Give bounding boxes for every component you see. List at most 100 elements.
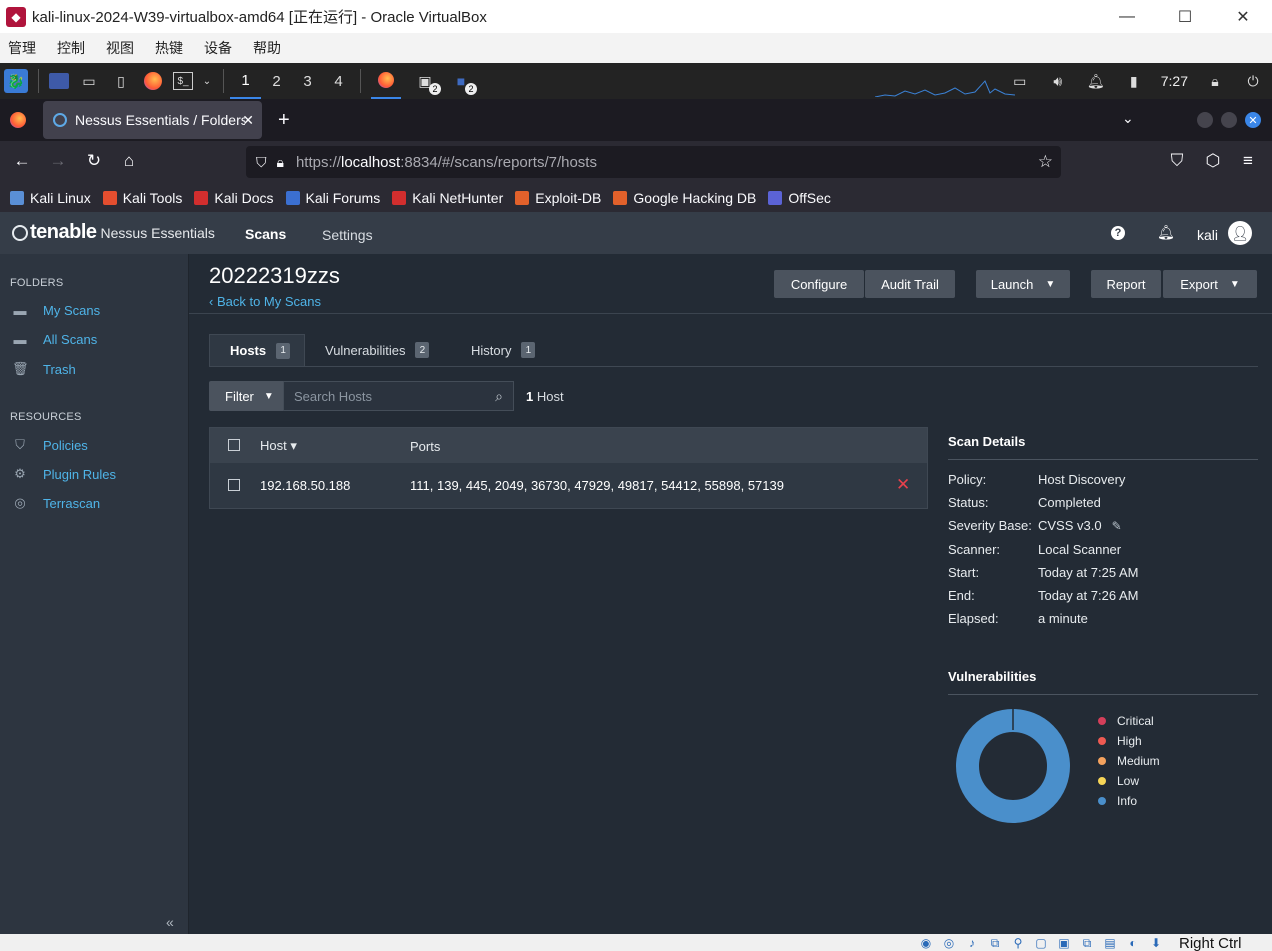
list-all-tabs-icon[interactable]: ⌄ <box>1122 110 1134 127</box>
back-to-my-scans-link[interactable]: ‹ Back to My Scans <box>209 294 321 309</box>
bookmark-item[interactable]: Kali Tools <box>102 190 182 206</box>
workspace-4[interactable]: 4 <box>323 63 354 99</box>
chevron-down-icon[interactable]: ⌄ <box>201 69 213 93</box>
firefox-launcher-icon[interactable] <box>141 69 165 93</box>
notifications-icon[interactable]: 🔔︎ <box>1084 69 1108 93</box>
terminal-task-icon[interactable]: ▣ 2 <box>413 69 441 95</box>
avatar-icon[interactable]: 👤︎ <box>1228 221 1252 245</box>
vbox-task-icon[interactable]: ■ 2 <box>449 69 477 95</box>
audio-icon[interactable]: ♪ <box>963 935 981 951</box>
show-desktop-icon[interactable] <box>49 73 69 89</box>
firefox-view-icon[interactable] <box>10 112 26 128</box>
menu-control[interactable]: 控制 <box>57 38 85 58</box>
close-icon[interactable]: ✕ <box>1245 112 1261 128</box>
search-input[interactable] <box>284 388 484 404</box>
url-text[interactable]: https://localhost:8834/#/scans/reports/7… <box>296 154 597 171</box>
firefox-task-icon[interactable] <box>371 63 401 99</box>
reload-icon[interactable]: ↻ <box>82 151 106 171</box>
bookmark-item[interactable]: OffSec <box>768 190 831 206</box>
row-checkbox[interactable] <box>228 479 240 491</box>
close-icon[interactable]: ✕ <box>1214 0 1272 33</box>
delete-icon[interactable]: ✕ <box>896 475 910 495</box>
tab-vulnerabilities[interactable]: Vulnerabilities 2 <box>305 334 443 366</box>
sidebar-item-terrascan[interactable]: ◎ Terrascan <box>12 495 100 511</box>
pocket-icon[interactable]: ⛉ <box>1165 151 1189 171</box>
bookmark-item[interactable]: Kali NetHunter <box>392 190 503 206</box>
sidebar-item-all-scans[interactable]: ▬ All Scans <box>12 332 98 347</box>
user-name[interactable]: kali <box>1197 227 1218 243</box>
app-menu-icon[interactable]: ≡ <box>1236 151 1260 171</box>
edit-pencil-icon[interactable]: ✎ <box>1112 519 1122 533</box>
lock-icon[interactable]: 🔒︎ <box>277 154 284 171</box>
vrde-icon[interactable]: ▤ <box>1101 935 1119 951</box>
launch-button[interactable]: Launch ▼ <box>976 270 1070 298</box>
optical-drive-icon[interactable]: ◎ <box>940 935 958 951</box>
tenable-logo[interactable]: tenable Nessus Essentials <box>12 221 215 244</box>
usb-icon[interactable]: ⚲ <box>1009 935 1027 951</box>
collapse-sidebar-icon[interactable]: « <box>166 914 174 930</box>
bookmark-item[interactable]: Google Hacking DB <box>613 190 756 206</box>
sidebar-item-policies[interactable]: ⛉ Policies <box>12 437 88 453</box>
display-icon[interactable]: ▣ <box>1055 935 1073 951</box>
export-button[interactable]: Export ▼ <box>1163 270 1257 298</box>
workspace-2[interactable]: 2 <box>261 63 292 99</box>
battery-icon[interactable]: ▮ <box>1122 69 1146 93</box>
sidebar-item-my-scans[interactable]: ▬ My Scans <box>12 303 101 318</box>
guest-additions-icon[interactable]: ◐ <box>1124 935 1142 951</box>
power-icon[interactable]: ⏻ <box>1241 69 1265 93</box>
filter-button[interactable]: Filter ▼ <box>209 381 283 411</box>
minimize-icon[interactable] <box>1197 112 1213 128</box>
bookmark-item[interactable]: Kali Linux <box>10 190 91 206</box>
new-tab-icon[interactable]: + <box>278 109 290 132</box>
hard-disk-icon[interactable]: ◉ <box>917 935 935 951</box>
shield-icon[interactable]: ⛉ <box>256 154 267 171</box>
host-column-header[interactable]: Host ▾ <box>260 438 297 454</box>
bookmark-item[interactable]: Kali Forums <box>285 190 380 206</box>
workspace-1[interactable]: 1 <box>230 63 261 99</box>
bookmark-star-icon[interactable]: ☆ <box>1038 152 1053 172</box>
help-icon[interactable]: ? <box>1111 226 1125 240</box>
menu-help[interactable]: 帮助 <box>253 38 281 58</box>
workspace-3[interactable]: 3 <box>292 63 323 99</box>
host-cell[interactable]: 192.168.50.188 <box>260 478 350 493</box>
maximize-icon[interactable] <box>1221 112 1237 128</box>
home-icon[interactable]: ⌂ <box>117 151 141 171</box>
select-all-checkbox[interactable] <box>228 439 240 451</box>
nav-settings[interactable]: Settings <box>322 227 373 243</box>
bell-icon[interactable]: 🔔︎ <box>1157 224 1175 241</box>
browser-tab[interactable]: Nessus Essentials / Folders / View Scan … <box>43 101 262 139</box>
clock[interactable]: 7:27 <box>1161 73 1188 89</box>
report-button[interactable]: Report <box>1091 270 1161 298</box>
minimize-icon[interactable]: — <box>1098 0 1156 33</box>
maximize-icon[interactable]: ☐ <box>1156 0 1214 33</box>
url-bar[interactable]: ⛉ 🔒︎ https://localhost:8834/#/scans/repo… <box>246 146 1061 178</box>
vulnerabilities-donut-chart[interactable] <box>954 707 1072 825</box>
back-arrow-icon[interactable]: ← <box>10 151 34 171</box>
menu-hotkey[interactable]: 热键 <box>155 38 183 58</box>
search-icon[interactable]: ⌕ <box>495 388 503 405</box>
tab-history[interactable]: History 1 <box>451 334 549 366</box>
nav-scans[interactable]: Scans <box>245 226 286 242</box>
volume-icon[interactable]: 🔊︎ <box>1046 69 1070 93</box>
audit-trail-button[interactable]: Audit Trail <box>865 270 955 298</box>
shared-folder-icon[interactable]: ▢ <box>1032 935 1050 951</box>
text-editor-icon[interactable]: ▯ <box>109 69 133 93</box>
network-icon[interactable]: ⧉ <box>986 935 1004 951</box>
tab-hosts[interactable]: Hosts 1 <box>209 334 306 366</box>
table-row[interactable]: 192.168.50.188 111, 139, 445, 2049, 3673… <box>210 463 927 508</box>
bookmark-item[interactable]: Exploit-DB <box>515 190 601 206</box>
terminal-launcher-icon[interactable]: $_ <box>173 72 193 90</box>
tab-close-icon[interactable]: ✕ <box>242 112 254 129</box>
extensions-icon[interactable]: ⬡ <box>1201 151 1225 171</box>
forward-arrow-icon[interactable]: → <box>46 151 70 171</box>
menu-manage[interactable]: 管理 <box>8 38 36 58</box>
lock-icon[interactable]: 🔒︎ <box>1203 69 1227 93</box>
bookmark-item[interactable]: Kali Docs <box>194 190 274 206</box>
menu-view[interactable]: 视图 <box>106 38 134 58</box>
sidebar-item-trash[interactable]: 🗑︎ Trash <box>12 361 76 377</box>
mouse-integration-icon[interactable]: ⬇ <box>1147 935 1165 951</box>
kali-menu-icon[interactable]: 🐉 <box>4 69 28 93</box>
recording-icon[interactable]: ⧉ <box>1078 935 1096 951</box>
menu-devices[interactable]: 设备 <box>204 38 232 58</box>
sidebar-item-plugin-rules[interactable]: ⚙︎ Plugin Rules <box>12 466 116 482</box>
